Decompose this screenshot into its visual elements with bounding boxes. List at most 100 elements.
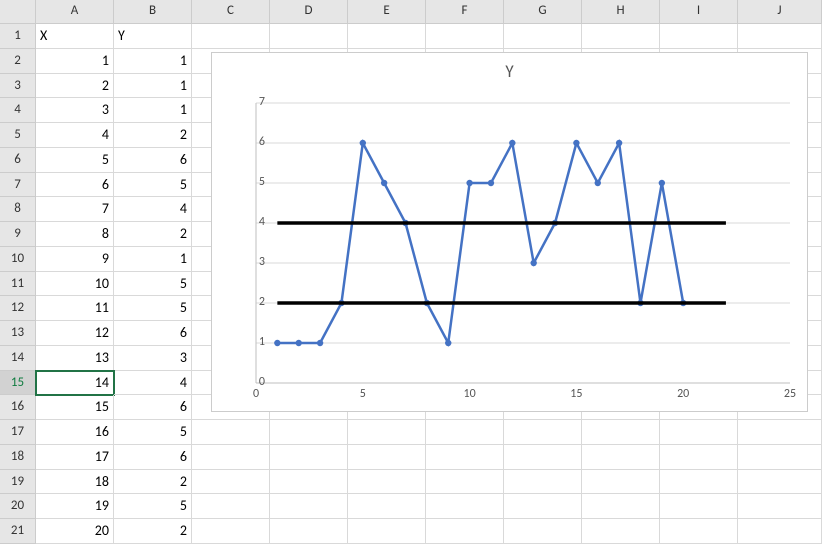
cell-B12[interactable]: 5 <box>114 296 192 321</box>
cell-E21[interactable] <box>348 519 426 544</box>
row-header-17[interactable]: 17 <box>0 420 36 445</box>
row-header-16[interactable]: 16 <box>0 395 36 420</box>
embedded-chart[interactable]: Y 012345670510152025 <box>211 52 808 412</box>
cell-B17[interactable]: 5 <box>114 420 192 445</box>
cell-E17[interactable] <box>348 420 426 445</box>
cell-H21[interactable] <box>582 519 660 544</box>
cell-C1[interactable] <box>192 24 270 49</box>
cell-E19[interactable] <box>348 470 426 495</box>
cell-A17[interactable]: 16 <box>36 420 114 445</box>
column-header-A[interactable]: A <box>36 0 114 24</box>
cell-E1[interactable] <box>348 24 426 49</box>
row-header-10[interactable]: 10 <box>0 247 36 272</box>
row-header-11[interactable]: 11 <box>0 272 36 297</box>
row-header-3[interactable]: 3 <box>0 74 36 99</box>
cell-J21[interactable] <box>738 519 822 544</box>
row-header-14[interactable]: 14 <box>0 346 36 371</box>
cell-A9[interactable]: 8 <box>36 222 114 247</box>
row-header-15[interactable]: 15 <box>0 371 36 396</box>
row-header-6[interactable]: 6 <box>0 148 36 173</box>
cell-B11[interactable]: 5 <box>114 272 192 297</box>
row-header-8[interactable]: 8 <box>0 197 36 222</box>
cell-B2[interactable]: 1 <box>114 49 192 74</box>
cell-F1[interactable] <box>426 24 504 49</box>
cell-A18[interactable]: 17 <box>36 445 114 470</box>
cell-B20[interactable]: 5 <box>114 494 192 519</box>
cell-G17[interactable] <box>504 420 582 445</box>
row-header-9[interactable]: 9 <box>0 222 36 247</box>
cell-A16[interactable]: 15 <box>36 395 114 420</box>
cell-I1[interactable] <box>660 24 738 49</box>
cell-G20[interactable] <box>504 494 582 519</box>
cell-H19[interactable] <box>582 470 660 495</box>
cell-A12[interactable]: 11 <box>36 296 114 321</box>
cell-A5[interactable]: 4 <box>36 123 114 148</box>
chart-title[interactable]: Y <box>212 53 807 87</box>
cell-B18[interactable]: 6 <box>114 445 192 470</box>
column-header-D[interactable]: D <box>270 0 348 24</box>
cell-B3[interactable]: 1 <box>114 74 192 99</box>
cell-D1[interactable] <box>270 24 348 49</box>
row-header-18[interactable]: 18 <box>0 445 36 470</box>
cell-G18[interactable] <box>504 445 582 470</box>
row-header-13[interactable]: 13 <box>0 321 36 346</box>
cell-D20[interactable] <box>270 494 348 519</box>
cell-A8[interactable]: 7 <box>36 197 114 222</box>
cell-B5[interactable]: 2 <box>114 123 192 148</box>
cell-A10[interactable]: 9 <box>36 247 114 272</box>
cell-G19[interactable] <box>504 470 582 495</box>
cell-B4[interactable]: 1 <box>114 98 192 123</box>
cell-D19[interactable] <box>270 470 348 495</box>
cell-D18[interactable] <box>270 445 348 470</box>
row-header-7[interactable]: 7 <box>0 173 36 198</box>
cell-C19[interactable] <box>192 470 270 495</box>
cell-A21[interactable]: 20 <box>36 519 114 544</box>
cell-A20[interactable]: 19 <box>36 494 114 519</box>
cell-I17[interactable] <box>660 420 738 445</box>
cell-G21[interactable] <box>504 519 582 544</box>
row-header-5[interactable]: 5 <box>0 123 36 148</box>
cell-J19[interactable] <box>738 470 822 495</box>
cell-A6[interactable]: 5 <box>36 148 114 173</box>
cell-A11[interactable]: 10 <box>36 272 114 297</box>
cell-B15[interactable]: 4 <box>114 371 192 396</box>
cell-B1[interactable]: Y <box>114 24 192 49</box>
cell-J17[interactable] <box>738 420 822 445</box>
column-header-J[interactable]: J <box>738 0 822 24</box>
cell-H20[interactable] <box>582 494 660 519</box>
cell-A4[interactable]: 3 <box>36 98 114 123</box>
column-header-G[interactable]: G <box>504 0 582 24</box>
column-header-B[interactable]: B <box>114 0 192 24</box>
cell-B10[interactable]: 1 <box>114 247 192 272</box>
cell-A15[interactable]: 14 <box>36 371 114 396</box>
cell-A7[interactable]: 6 <box>36 173 114 198</box>
row-header-12[interactable]: 12 <box>0 296 36 321</box>
cell-B19[interactable]: 2 <box>114 470 192 495</box>
cell-B21[interactable]: 2 <box>114 519 192 544</box>
cell-J1[interactable] <box>738 24 822 49</box>
cell-A2[interactable]: 1 <box>36 49 114 74</box>
row-header-4[interactable]: 4 <box>0 98 36 123</box>
cell-A19[interactable]: 18 <box>36 470 114 495</box>
row-header-20[interactable]: 20 <box>0 494 36 519</box>
cell-B13[interactable]: 6 <box>114 321 192 346</box>
cell-H17[interactable] <box>582 420 660 445</box>
cell-A14[interactable]: 13 <box>36 346 114 371</box>
row-header-1[interactable]: 1 <box>0 24 36 49</box>
cell-B7[interactable]: 5 <box>114 173 192 198</box>
cell-C17[interactable] <box>192 420 270 445</box>
cell-I19[interactable] <box>660 470 738 495</box>
cell-D17[interactable] <box>270 420 348 445</box>
cell-B16[interactable]: 6 <box>114 395 192 420</box>
cell-C21[interactable] <box>192 519 270 544</box>
cell-F19[interactable] <box>426 470 504 495</box>
cell-A13[interactable]: 12 <box>36 321 114 346</box>
cell-B6[interactable]: 6 <box>114 148 192 173</box>
cell-F18[interactable] <box>426 445 504 470</box>
row-header-2[interactable]: 2 <box>0 49 36 74</box>
column-header-F[interactable]: F <box>426 0 504 24</box>
cell-F20[interactable] <box>426 494 504 519</box>
cell-H18[interactable] <box>582 445 660 470</box>
cell-E18[interactable] <box>348 445 426 470</box>
cell-E20[interactable] <box>348 494 426 519</box>
